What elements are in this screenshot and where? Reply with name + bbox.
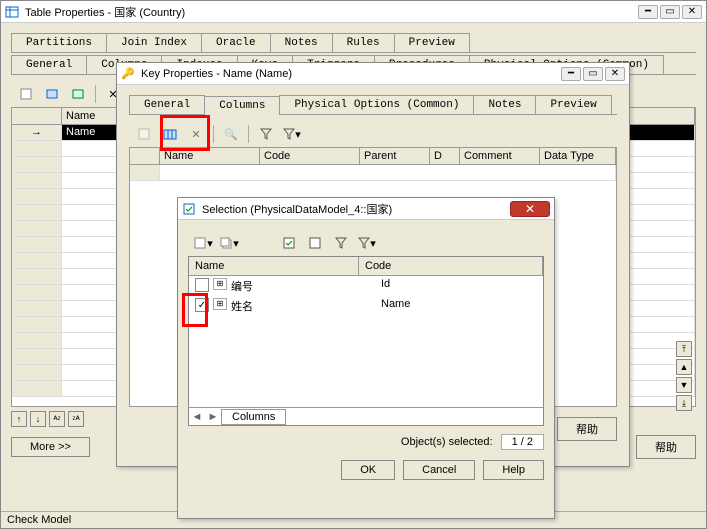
- item-code: Name: [381, 298, 537, 314]
- filter-settings-icon[interactable]: ▾: [281, 124, 303, 144]
- find-icon[interactable]: 🔍: [220, 124, 242, 144]
- col-rownum: [12, 108, 62, 124]
- col-rownum: [130, 148, 160, 164]
- col-datatype: Data Type: [540, 148, 616, 164]
- list-item[interactable]: ✓ ⊞ 姓名 Name: [189, 296, 543, 316]
- sort-text-asc-icon[interactable]: ᴬᶻ: [49, 411, 65, 427]
- move-top-icon[interactable]: ⤒: [676, 341, 692, 357]
- table-icon: [5, 5, 19, 19]
- tab-physical-options[interactable]: Physical Options (Common): [279, 95, 474, 114]
- key-properties-title: Key Properties - Name (Name): [141, 68, 561, 80]
- tab-notes[interactable]: Notes: [270, 33, 333, 52]
- tab-partitions[interactable]: Partitions: [11, 33, 107, 52]
- move-bottom-icon[interactable]: ⤓: [676, 395, 692, 411]
- selection-toolbar: ▾ ▾ ▾: [188, 230, 544, 256]
- selection-icon: [182, 202, 196, 216]
- check-all-icon[interactable]: [278, 233, 300, 253]
- key-tabs: General Columns Physical Options (Common…: [129, 93, 617, 115]
- add-icon[interactable]: ▾: [192, 233, 214, 253]
- col-name[interactable]: Name: [189, 257, 359, 275]
- tab-preview[interactable]: Preview: [394, 33, 470, 52]
- add-row-icon[interactable]: [67, 84, 89, 104]
- add-columns-icon[interactable]: [159, 124, 181, 144]
- col-comment: Comment: [460, 148, 540, 164]
- filter-icon[interactable]: [255, 124, 277, 144]
- minimize-button[interactable]: ━: [638, 5, 658, 19]
- list-item[interactable]: ⊞ 编号 Id: [189, 276, 543, 296]
- tab-oracle[interactable]: Oracle: [201, 33, 271, 52]
- filter-icon[interactable]: [330, 233, 352, 253]
- delete-icon[interactable]: ✕: [185, 124, 207, 144]
- uncheck-all-icon[interactable]: [304, 233, 326, 253]
- selection-bottom-tabs: ◄ ► Columns: [189, 407, 543, 425]
- new-icon[interactable]: [15, 84, 37, 104]
- selection-dialog: Selection (PhysicalDataModel_4::国家) ✕ ▾ …: [177, 197, 555, 519]
- tab-notes[interactable]: Notes: [473, 95, 536, 114]
- status-text: Check Model: [7, 514, 71, 526]
- close-button[interactable]: ✕: [682, 5, 702, 19]
- sort-asc-icon[interactable]: ↑: [11, 411, 27, 427]
- sort-desc-icon[interactable]: ↓: [30, 411, 46, 427]
- checkbox[interactable]: ✓: [195, 298, 209, 312]
- table-properties-title: Table Properties - 国家 (Country): [25, 4, 638, 20]
- checkbox[interactable]: [195, 278, 209, 292]
- sort-text-desc-icon[interactable]: ᶻᴬ: [68, 411, 84, 427]
- tab-general[interactable]: General: [11, 55, 87, 74]
- key-icon: 🔑: [121, 67, 135, 81]
- column-icon: ⊞: [213, 278, 227, 290]
- tab-rules[interactable]: Rules: [332, 33, 395, 52]
- main-tabs-upper: Partitions Join Index Oracle Notes Rules…: [11, 31, 696, 53]
- next-tab-icon[interactable]: ►: [205, 411, 221, 423]
- move-down-icon[interactable]: ▼: [676, 377, 692, 393]
- selection-title: Selection (PhysicalDataModel_4::国家): [202, 201, 510, 217]
- item-code: Id: [381, 278, 537, 294]
- tab-columns[interactable]: Columns: [221, 409, 286, 425]
- filter-settings-icon[interactable]: ▾: [356, 233, 378, 253]
- maximize-button[interactable]: ▭: [660, 5, 680, 19]
- move-up-icon[interactable]: ▲: [676, 359, 692, 375]
- help-button[interactable]: Help: [483, 460, 544, 480]
- col-code: Code: [260, 148, 360, 164]
- selection-titlebar: Selection (PhysicalDataModel_4::国家) ✕: [178, 198, 554, 220]
- more-button[interactable]: More >>: [11, 437, 90, 457]
- objects-selected-count: 1 / 2: [501, 434, 544, 450]
- col-parent: Parent: [360, 148, 430, 164]
- cancel-button[interactable]: Cancel: [403, 460, 475, 480]
- tab-preview[interactable]: Preview: [535, 95, 611, 114]
- item-name: 姓名: [231, 298, 381, 314]
- key-properties-titlebar: 🔑 Key Properties - Name (Name) ━ ▭ ✕: [117, 63, 629, 85]
- tab-general[interactable]: General: [129, 95, 205, 114]
- tab-columns[interactable]: Columns: [204, 96, 280, 115]
- objects-selected-label: Object(s) selected:: [401, 436, 493, 448]
- col-name: Name: [160, 148, 260, 164]
- col-code[interactable]: Code: [359, 257, 543, 275]
- column-icon: ⊞: [213, 298, 227, 310]
- col-d: D: [430, 148, 460, 164]
- insert-icon[interactable]: [41, 84, 63, 104]
- selection-list: Name Code ⊞ 编号 Id ✓ ⊞ 姓名 Name ◄ ► Column…: [188, 256, 544, 426]
- close-button[interactable]: ✕: [510, 201, 550, 217]
- help-button-key[interactable]: 帮助: [557, 417, 617, 441]
- table-properties-titlebar: Table Properties - 国家 (Country) ━ ▭ ✕: [1, 1, 706, 23]
- new-icon[interactable]: [133, 124, 155, 144]
- item-name: 编号: [231, 278, 381, 294]
- maximize-button[interactable]: ▭: [583, 67, 603, 81]
- copy-icon[interactable]: ▾: [218, 233, 240, 253]
- key-toolbar: ✕ 🔍 ▾: [129, 121, 617, 147]
- help-button-main[interactable]: 帮助: [636, 435, 696, 459]
- ok-button[interactable]: OK: [341, 460, 395, 480]
- prev-tab-icon[interactable]: ◄: [189, 411, 205, 423]
- close-button[interactable]: ✕: [605, 67, 625, 81]
- minimize-button[interactable]: ━: [561, 67, 581, 81]
- tab-join-index[interactable]: Join Index: [106, 33, 202, 52]
